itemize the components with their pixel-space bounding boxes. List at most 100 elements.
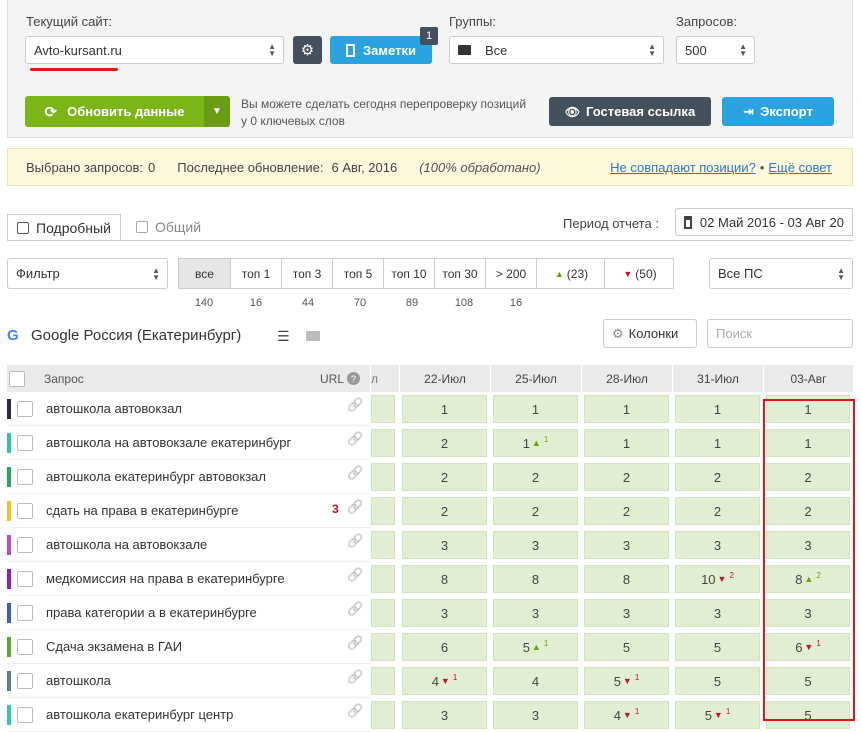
row-checkbox[interactable] bbox=[17, 604, 33, 621]
gear-button[interactable]: ⚙ bbox=[293, 36, 322, 64]
folder-view-icon[interactable] bbox=[306, 331, 320, 341]
table-row[interactable]: медкомиссия на права в екатеринбурге bbox=[7, 562, 370, 596]
link-icon[interactable]: 🔗 bbox=[347, 601, 363, 617]
query-text[interactable]: автошкола екатеринбург автовокзал bbox=[46, 469, 266, 484]
position-value: 2 bbox=[531, 469, 540, 485]
table-row[interactable]: автошкола на автовокзале bbox=[7, 528, 370, 562]
query-text[interactable]: права категории а в екатеринбурге bbox=[46, 605, 257, 620]
link-icon[interactable]: 🔗 bbox=[347, 397, 363, 413]
link-icon[interactable]: 🔗 bbox=[347, 635, 363, 651]
tab-detailed-label: Подробный bbox=[36, 219, 111, 236]
table-row[interactable]: сдать на права в екатеринбурге bbox=[7, 494, 370, 528]
arrow-down-icon: ▼ bbox=[713, 710, 723, 720]
col-partial-header: л bbox=[370, 365, 399, 392]
table-row[interactable]: Сдача экзамена в ГАИ bbox=[7, 630, 370, 664]
query-text[interactable]: автошкола на автовокзале bbox=[46, 537, 207, 552]
position-value: 3 bbox=[531, 707, 540, 723]
position-cell-partial bbox=[371, 565, 395, 593]
row-checkbox[interactable] bbox=[17, 570, 33, 587]
queries-select[interactable]: 500 ▲ ▼ bbox=[676, 36, 755, 64]
link-icon[interactable]: 🔗 bbox=[347, 669, 363, 685]
position-value: 5 bbox=[613, 673, 621, 689]
table-row[interactable]: автошкола автовокзал bbox=[7, 392, 370, 426]
filter-top5[interactable]: топ 5 bbox=[332, 258, 384, 289]
filter-top1-label: топ 1 bbox=[241, 266, 271, 281]
filter-all[interactable]: все bbox=[178, 258, 231, 289]
mismatch-link[interactable]: Не совпадают позиции? bbox=[610, 160, 756, 175]
ps-select[interactable]: Все ПС ▲ ▼ bbox=[709, 258, 853, 289]
highlight-box bbox=[763, 399, 855, 721]
filter-down[interactable]: ▼ (50) bbox=[604, 258, 674, 289]
link-icon[interactable]: 🔗 bbox=[347, 567, 363, 583]
notes-button[interactable]: Заметки bbox=[330, 36, 432, 64]
query-text[interactable]: медкомиссия на права в екатеринбурге bbox=[46, 571, 285, 586]
query-text[interactable]: автошкола екатеринбург центр bbox=[46, 707, 233, 722]
table-row[interactable]: автошкола екатеринбург центр bbox=[7, 698, 370, 732]
link-icon[interactable]: 🔗 bbox=[347, 499, 363, 515]
row-checkbox[interactable] bbox=[17, 400, 33, 417]
link-icon[interactable]: 🔗 bbox=[347, 533, 363, 549]
arrow-down-icon: ▼ bbox=[717, 574, 727, 584]
select-all-checkbox[interactable] bbox=[9, 371, 25, 387]
count-top10: 89 bbox=[405, 297, 419, 309]
filter-top10[interactable]: топ 10 bbox=[383, 258, 435, 289]
list-view-icon[interactable]: ☰ bbox=[277, 328, 290, 345]
filter-select[interactable]: Фильтр ▲ ▼ bbox=[7, 258, 168, 289]
query-text[interactable]: автошкола bbox=[46, 673, 111, 688]
period-label: Период отчета : bbox=[563, 216, 659, 231]
table-row[interactable]: автошкола bbox=[7, 664, 370, 698]
query-text[interactable]: Сдача экзамена в ГАИ bbox=[46, 639, 182, 654]
row-checkbox[interactable] bbox=[17, 434, 33, 451]
filter-over200[interactable]: > 200 bbox=[485, 258, 537, 289]
filter-top30[interactable]: топ 30 bbox=[434, 258, 486, 289]
separator: • bbox=[759, 159, 765, 175]
select-arrows-icon: ▲ ▼ bbox=[152, 266, 160, 282]
position-cell: 1 bbox=[675, 395, 760, 423]
groups-select[interactable]: Все ▲ ▼ bbox=[449, 36, 664, 64]
row-checkbox[interactable] bbox=[17, 468, 33, 485]
row-checkbox[interactable] bbox=[17, 706, 33, 723]
position-value: 5 bbox=[713, 639, 722, 655]
filter-top1[interactable]: топ 1 bbox=[230, 258, 282, 289]
export-icon: ⇥ bbox=[743, 103, 755, 119]
position-cell: 2 bbox=[402, 497, 487, 525]
link-icon[interactable]: 🔗 bbox=[347, 431, 363, 447]
table-row[interactable]: автошкола екатеринбург автовокзал bbox=[7, 460, 370, 494]
engine-title: Google Россия (Екатеринбург) bbox=[31, 327, 242, 344]
row-checkbox[interactable] bbox=[17, 502, 33, 519]
count-all: 140 bbox=[194, 297, 214, 309]
table-row[interactable]: автошкола на автовокзале екатеринбург bbox=[7, 426, 370, 460]
position-cell-partial bbox=[371, 497, 395, 525]
tab-general[interactable]: Общий bbox=[127, 214, 210, 240]
link-icon[interactable]: 🔗 bbox=[347, 465, 363, 481]
row-checkbox[interactable] bbox=[17, 672, 33, 689]
filter-up[interactable]: ▲ (23) bbox=[536, 258, 605, 289]
search-input[interactable]: Поиск bbox=[707, 319, 853, 348]
row-checkbox[interactable] bbox=[17, 536, 33, 553]
link-icon[interactable]: 🔗 bbox=[347, 703, 363, 719]
site-select[interactable]: Avto-kursant.ru ▲ ▼ bbox=[25, 36, 284, 64]
help-icon[interactable]: ? bbox=[347, 372, 360, 385]
query-text[interactable]: сдать на права в екатеринбурге bbox=[46, 503, 238, 518]
export-button[interactable]: ⇥ Экспорт bbox=[722, 97, 834, 126]
col-query-header[interactable]: Запрос bbox=[44, 372, 84, 386]
notes-label: Заметки bbox=[363, 42, 416, 58]
position-change: 2 bbox=[729, 570, 734, 580]
update-data-button[interactable]: ⟳ Обновить данные bbox=[25, 96, 204, 127]
filter-top3[interactable]: топ 3 bbox=[281, 258, 333, 289]
table-row[interactable]: права категории а в екатеринбурге bbox=[7, 596, 370, 630]
update-dropdown-button[interactable]: ▼ bbox=[204, 96, 230, 127]
query-text[interactable]: автошкола на автовокзале екатеринбург bbox=[46, 435, 291, 450]
col-date-header: 28-Июл bbox=[581, 365, 672, 392]
position-value: 8 bbox=[531, 571, 540, 587]
col-date-header: 25-Июл bbox=[490, 365, 581, 392]
columns-button[interactable]: ⚙ Колонки bbox=[603, 319, 697, 348]
row-checkbox[interactable] bbox=[17, 638, 33, 655]
more-tips-link[interactable]: Ещё совет bbox=[768, 160, 832, 175]
selected-label: Выбрано запросов: bbox=[26, 159, 144, 175]
tab-detailed[interactable]: Подробный bbox=[7, 214, 121, 241]
period-picker[interactable]: 02 Май 2016 - 03 Авг 20 bbox=[675, 208, 853, 236]
query-text[interactable]: автошкола автовокзал bbox=[46, 401, 182, 416]
guest-link-button[interactable]: 👁 Гостевая ссылка bbox=[549, 97, 711, 126]
calendar-icon bbox=[684, 215, 692, 229]
